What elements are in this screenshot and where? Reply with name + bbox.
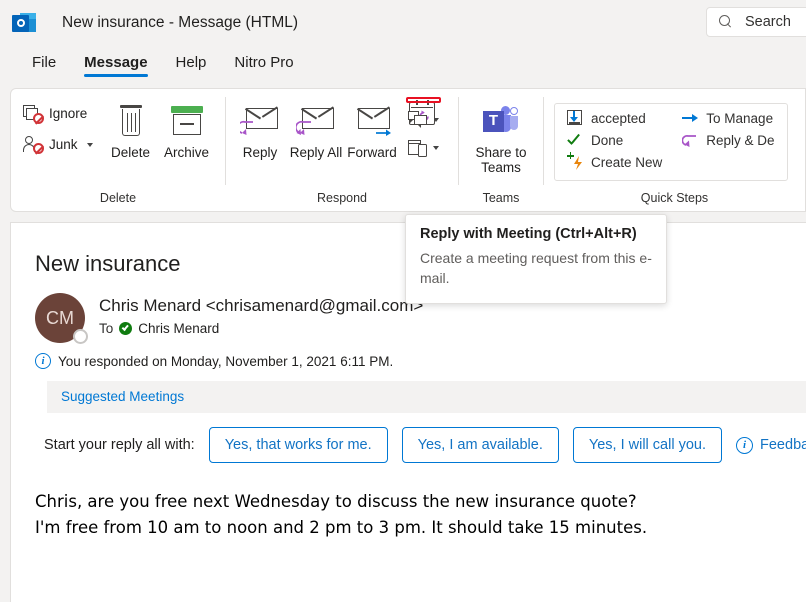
avatar[interactable]: CM xyxy=(35,293,85,343)
group-label-delete: Delete xyxy=(11,191,225,211)
junk-label: Junk xyxy=(49,137,78,152)
create-new-bolt-icon xyxy=(567,154,584,171)
chevron-down-icon[interactable] xyxy=(433,146,439,150)
quick-step-reply-and-delete[interactable]: Reply & De xyxy=(676,130,780,151)
tab-help[interactable]: Help xyxy=(162,52,221,79)
body-line: Chris, are you free next Wednesday to di… xyxy=(35,489,806,515)
archive-label: Archive xyxy=(164,145,209,160)
ignore-label: Ignore xyxy=(49,106,87,121)
quick-reply-button-2[interactable]: Yes, I am available. xyxy=(402,427,559,463)
quick-step-to-manager[interactable]: To Manage xyxy=(676,108,780,129)
verified-contact-icon xyxy=(119,322,132,335)
quick-reply-row: Start your reply all with: Yes, that wor… xyxy=(11,413,806,463)
outlook-logo-icon xyxy=(12,12,36,34)
quick-step-accepted[interactable]: accepted xyxy=(561,108,668,129)
window-title: New insurance - Message (HTML) xyxy=(62,14,298,32)
chat-bubbles-icon xyxy=(408,111,428,128)
junk-button[interactable]: Junk xyxy=(19,134,97,155)
move-to-folder-icon xyxy=(567,110,584,127)
quick-step-label: Done xyxy=(591,133,623,148)
tooltip-description: Create a meeting request from this e-mai… xyxy=(420,249,652,289)
quick-reply-button-3[interactable]: Yes, I will call you. xyxy=(573,427,722,463)
quick-step-label: To Manage xyxy=(706,111,773,126)
archive-icon xyxy=(171,101,203,141)
quick-step-label: accepted xyxy=(591,111,646,126)
suggested-meetings-link[interactable]: Suggested Meetings xyxy=(61,389,184,404)
response-status-row: i You responded on Monday, November 1, 2… xyxy=(11,343,806,369)
suggested-meetings-bar: Suggested Meetings xyxy=(47,381,806,413)
outlook-message-window: New insurance - Message (HTML) Search Fi… xyxy=(0,0,806,602)
avatar-initials: CM xyxy=(46,308,74,329)
quick-reply-button-1[interactable]: Yes, that works for me. xyxy=(209,427,388,463)
share-to-teams-button[interactable]: T Share to Teams xyxy=(459,95,543,175)
info-icon: i xyxy=(35,353,51,369)
reply-with-im-button[interactable] xyxy=(406,108,441,131)
check-icon xyxy=(567,132,584,149)
forward-envelope-icon xyxy=(352,101,392,141)
reply-label: Reply xyxy=(243,145,278,160)
tab-file[interactable]: File xyxy=(18,52,70,79)
ribbon-group-quick-steps: accepted Done Create New xyxy=(544,89,805,211)
teams-icon: T xyxy=(483,101,519,141)
share-to-teams-label: Share to Teams xyxy=(459,145,543,175)
quick-reply-label: Start your reply all with: xyxy=(44,437,195,453)
trash-icon xyxy=(118,101,144,141)
reply-with-meeting-tooltip: Reply with Meeting (Ctrl+Alt+R) Create a… xyxy=(405,214,667,304)
group-label-respond: Respond xyxy=(226,191,458,211)
info-icon: i xyxy=(736,437,753,454)
reply-all-button[interactable]: Reply All xyxy=(288,95,344,160)
arrow-right-icon xyxy=(682,110,699,127)
forward-button[interactable]: Forward xyxy=(344,95,400,160)
search-icon xyxy=(719,15,733,29)
presence-indicator-icon xyxy=(73,329,88,344)
recipient-name[interactable]: Chris Menard xyxy=(138,321,219,336)
reply-delete-icon xyxy=(682,132,699,149)
reply-with-text-message-button[interactable] xyxy=(406,136,441,160)
chevron-down-icon[interactable] xyxy=(87,143,93,147)
reply-all-label: Reply All xyxy=(290,145,343,160)
response-status-text: You responded on Monday, November 1, 202… xyxy=(58,354,393,369)
archive-button[interactable]: Archive xyxy=(159,95,215,160)
tab-nitro-pro[interactable]: Nitro Pro xyxy=(220,52,307,79)
tooltip-title: Reply with Meeting (Ctrl+Alt+R) xyxy=(420,226,652,242)
ribbon-group-teams: T Share to Teams Teams xyxy=(459,89,543,211)
reply-button[interactable]: Reply xyxy=(232,95,288,160)
ribbon-group-delete: Ignore Junk xyxy=(11,89,225,211)
quick-step-create-new[interactable]: Create New xyxy=(561,152,668,173)
ignore-button[interactable]: Ignore xyxy=(19,103,97,124)
feedback-link[interactable]: i Feedback xyxy=(736,437,806,454)
forward-label: Forward xyxy=(347,145,397,160)
sender-name-and-email[interactable]: Chris Menard <chrisamenard@gmail.com> xyxy=(99,296,423,316)
body-line: I'm free from 10 am to noon and 2 pm to … xyxy=(35,515,806,541)
search-placeholder: Search xyxy=(745,14,791,30)
quick-steps-panel: accepted Done Create New xyxy=(554,103,788,181)
group-label-quick-steps: Quick Steps xyxy=(544,191,805,211)
ribbon-tab-bar: File Message Help Nitro Pro xyxy=(0,52,806,84)
reply-with-meeting-button[interactable] xyxy=(406,97,441,103)
quick-step-label: Create New xyxy=(591,155,662,170)
message-body: Chris, are you free next Wednesday to di… xyxy=(11,463,806,540)
recipient-row: To Chris Menard xyxy=(99,321,423,336)
delete-label: Delete xyxy=(111,145,150,160)
reply-envelope-icon xyxy=(240,101,280,141)
to-label: To xyxy=(99,321,113,336)
tab-message[interactable]: Message xyxy=(70,52,161,79)
quick-step-label: Reply & De xyxy=(706,133,774,148)
group-label-teams: Teams xyxy=(459,191,543,211)
ignore-icon xyxy=(23,105,42,122)
search-input[interactable]: Search xyxy=(706,7,806,37)
feedback-label: Feedback xyxy=(760,437,806,453)
title-bar: New insurance - Message (HTML) Search xyxy=(0,0,806,45)
reply-all-envelope-icon xyxy=(296,101,336,141)
delete-button[interactable]: Delete xyxy=(103,95,159,160)
ribbon-group-respond: Reply Reply All xyxy=(226,89,458,211)
ribbon: Ignore Junk xyxy=(10,88,806,212)
text-message-device-icon xyxy=(408,139,428,157)
quick-step-done[interactable]: Done xyxy=(561,130,668,151)
junk-icon xyxy=(23,136,42,153)
